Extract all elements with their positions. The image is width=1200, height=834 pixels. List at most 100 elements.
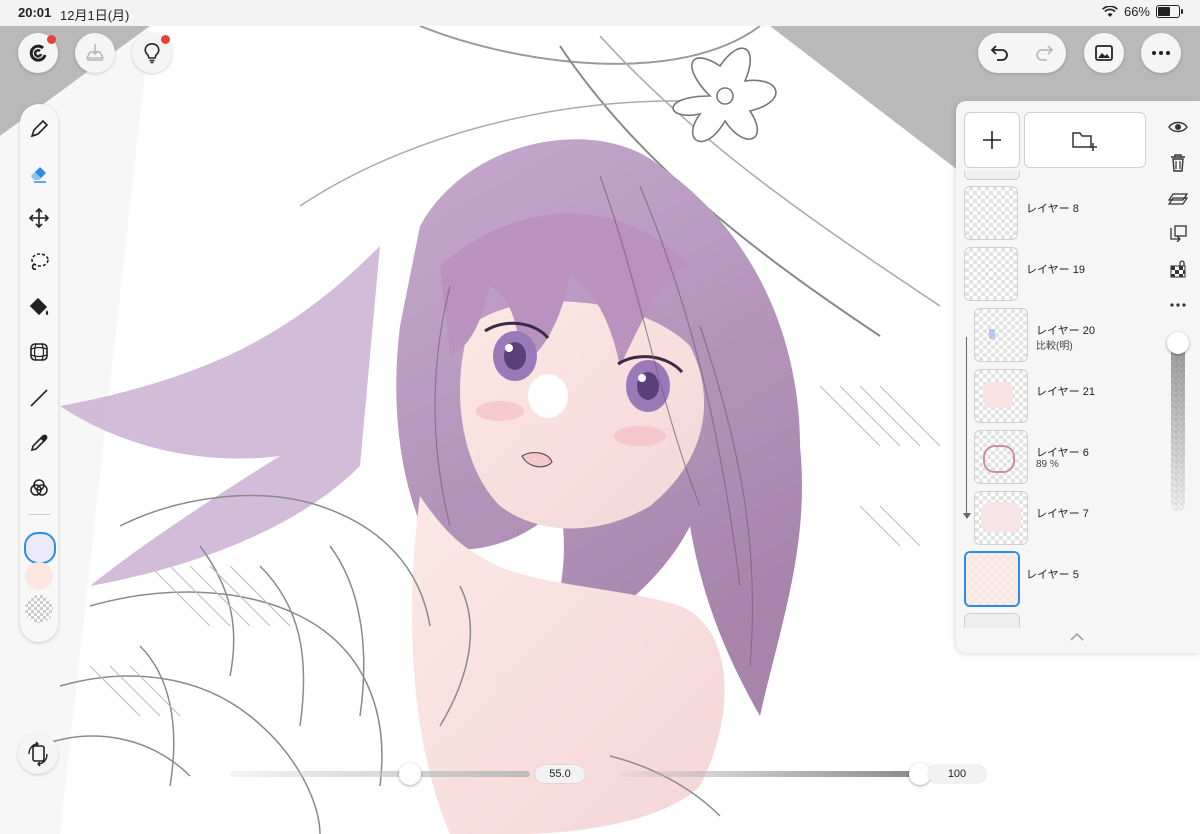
- layer-thumb-mark: [983, 445, 1015, 473]
- folder-add-icon: [1072, 132, 1097, 151]
- pen-icon: [30, 119, 49, 138]
- layer-thumbnail: [974, 430, 1028, 484]
- clip-layer-button[interactable]: [1166, 221, 1190, 245]
- layer-name: レイヤー 7: [1036, 508, 1089, 520]
- layer-row[interactable]: レイヤー 21: [956, 366, 1156, 426]
- layer-thumbnail: [974, 491, 1028, 545]
- clip-tray-button[interactable]: [75, 33, 115, 73]
- layer-thumb-mark: [989, 329, 995, 339]
- merge-layers-button[interactable]: [1166, 187, 1190, 211]
- battery-percent: 66%: [1123, 4, 1150, 19]
- wifi-icon: [1102, 5, 1118, 17]
- tool-eyedropper[interactable]: [24, 428, 54, 458]
- layer-row[interactable]: レイヤー 19: [956, 244, 1156, 304]
- layer-thumb-mark: [981, 502, 1021, 532]
- more-icon: [1152, 51, 1170, 55]
- app-logo-button[interactable]: [18, 33, 58, 73]
- battery-fill: [1158, 7, 1170, 16]
- layer-row[interactable]: レイヤー 7: [956, 488, 1156, 548]
- brush-size-knob[interactable]: [399, 763, 421, 785]
- layer-thumbnail: [974, 308, 1028, 362]
- layer-partial-top: [964, 171, 1020, 180]
- layer-visibility-button[interactable]: [1166, 115, 1190, 139]
- layer-thumb-mark: [966, 553, 1018, 605]
- add-folder-button[interactable]: [1024, 112, 1146, 168]
- alpha-lock-button[interactable]: [1166, 257, 1190, 281]
- tool-line[interactable]: [24, 383, 54, 413]
- tips-button[interactable]: [132, 33, 172, 73]
- notification-badge: [47, 35, 56, 44]
- status-bar: 20:01 12月1日(月) 66%: [0, 0, 1200, 26]
- slider-track-pattern: [1171, 341, 1185, 511]
- plus-icon: [983, 131, 1001, 149]
- undo-button[interactable]: [978, 33, 1022, 73]
- secondary-color-swatch[interactable]: [25, 562, 53, 590]
- app-logo-icon: [29, 44, 47, 62]
- status-time: 20:01: [18, 5, 52, 20]
- chevron-up-icon[interactable]: [1069, 631, 1085, 643]
- trash-icon: [1171, 154, 1185, 172]
- swap-device-icon: [28, 741, 48, 767]
- layer-more-button[interactable]: [1166, 293, 1190, 317]
- redo-icon: [1036, 45, 1054, 61]
- tool-pen[interactable]: [24, 114, 54, 144]
- layer-thumbnail: [964, 551, 1020, 607]
- lightbulb-icon: [144, 43, 160, 64]
- gallery-button[interactable]: [1084, 33, 1124, 73]
- gallery-icon: [1095, 45, 1113, 61]
- tool-move[interactable]: [24, 203, 54, 233]
- transparent-color-swatch[interactable]: [25, 595, 53, 623]
- layer-thumb-mark: [983, 382, 1013, 408]
- color-mix-icon: [30, 479, 48, 496]
- tool-lasso[interactable]: [24, 247, 54, 277]
- brush-size-value[interactable]: 55.0: [535, 765, 585, 783]
- clip-layer-icon: [1170, 225, 1187, 242]
- layer-row[interactable]: レイヤー 8: [956, 183, 1156, 243]
- undo-redo-group: [978, 33, 1066, 73]
- alpha-lock-icon: [1170, 260, 1186, 278]
- tool-transform[interactable]: [24, 337, 54, 367]
- undo-icon: [990, 45, 1008, 61]
- tool-fill[interactable]: [24, 292, 54, 322]
- status-right: 66%: [1102, 4, 1183, 19]
- lasso-icon: [31, 253, 49, 270]
- tool-palette: [20, 104, 58, 642]
- add-layer-button[interactable]: [964, 112, 1020, 168]
- layer-name: レイヤー 6: [1036, 447, 1089, 459]
- fill-icon: [29, 297, 49, 316]
- brush-size-slider[interactable]: [230, 771, 530, 777]
- delete-layer-button[interactable]: [1166, 151, 1190, 175]
- layer-row[interactable]: レイヤー 6 89 %: [956, 427, 1156, 487]
- layers-panel: レイヤー 8 レイヤー 19 レイヤー 20 比較(明) レイヤー 21 レイヤ…: [956, 101, 1200, 653]
- layer-opacity: 89 %: [1036, 459, 1059, 470]
- layer-blend-mode: 比較(明): [1036, 341, 1073, 352]
- notification-badge: [161, 35, 170, 44]
- more-button[interactable]: [1141, 33, 1181, 73]
- side-switch-button[interactable]: [18, 734, 58, 774]
- layer-thumbnail: [974, 369, 1028, 423]
- line-icon: [30, 389, 48, 407]
- merge-layers-icon: [1168, 193, 1188, 205]
- brush-opacity-value[interactable]: 100: [928, 765, 986, 783]
- primary-color-swatch[interactable]: [24, 532, 56, 564]
- layer-opacity-knob[interactable]: [1167, 332, 1189, 354]
- layer-name: レイヤー 20: [1036, 325, 1095, 337]
- move-icon: [28, 207, 50, 229]
- layer-opacity-slider[interactable]: [1171, 341, 1185, 511]
- tool-eraser[interactable]: [24, 158, 54, 188]
- redo-button[interactable]: [1022, 33, 1066, 73]
- layer-name: レイヤー 5: [1026, 569, 1079, 581]
- clip-tray-icon: [85, 44, 105, 61]
- more-dots-icon: [1170, 303, 1186, 307]
- layer-name: レイヤー 21: [1036, 386, 1095, 398]
- layer-row-selected[interactable]: レイヤー 5: [956, 549, 1156, 609]
- eyedropper-icon: [30, 434, 48, 452]
- tool-color-mix[interactable]: [24, 473, 54, 503]
- eye-icon: [1168, 121, 1188, 133]
- status-date: 12月1日(月): [60, 8, 130, 23]
- layer-thumbnail: [964, 186, 1018, 240]
- layer-thumb-mark: [988, 271, 994, 277]
- brush-opacity-slider[interactable]: [620, 771, 920, 777]
- layer-row[interactable]: レイヤー 20 比較(明): [956, 305, 1156, 365]
- toolbar-divider: [28, 514, 50, 515]
